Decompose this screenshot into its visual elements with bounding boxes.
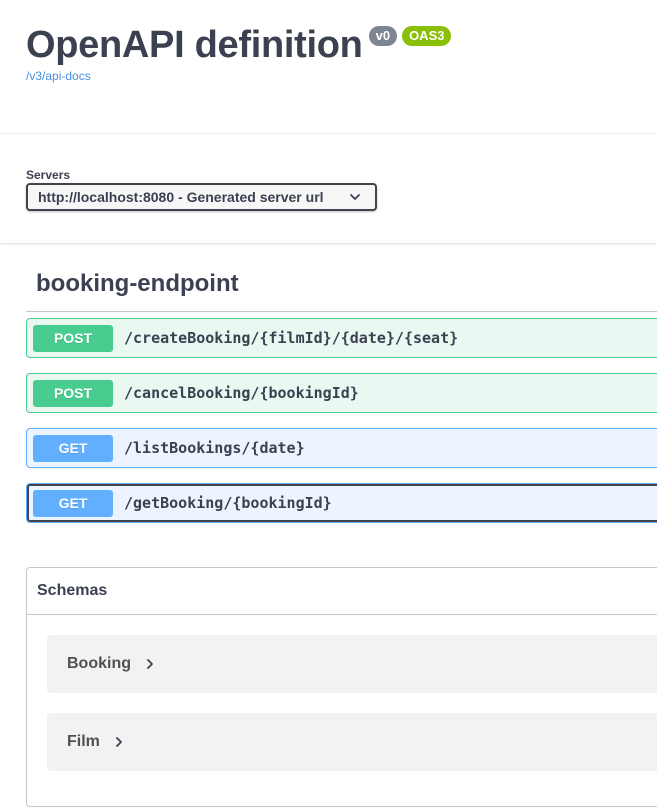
schema-booking[interactable]: Booking <box>47 635 657 693</box>
operation-create-booking[interactable]: POST /createBooking/{filmId}/{date}/{sea… <box>26 318 657 358</box>
chevron-right-icon <box>147 659 153 669</box>
schema-film[interactable]: Film <box>47 713 657 771</box>
divider <box>27 614 657 615</box>
servers-select-value: http://localhost:8080 - Generated server… <box>38 189 324 205</box>
schema-name: Booking <box>67 655 131 672</box>
version-badge: v0 <box>368 26 398 46</box>
servers-label: Servers <box>26 168 71 182</box>
info-section: OpenAPI definition v0 OAS3 /v3/api-docs <box>0 0 657 133</box>
method-badge: GET <box>33 434 113 462</box>
schemas-title[interactable]: Schemas <box>37 582 107 600</box>
method-badge: POST <box>33 379 113 407</box>
chevron-down-icon <box>350 194 360 200</box>
tag-title: booking-endpoint <box>36 270 239 297</box>
schema-name: Film <box>67 733 100 750</box>
operation-cancel-booking[interactable]: POST /cancelBooking/{bookingId} <box>26 373 657 413</box>
servers-section: Servers http://localhost:8080 - Generate… <box>0 133 657 243</box>
operation-path: /cancelBooking/{bookingId} <box>124 384 359 402</box>
method-badge: GET <box>33 489 113 517</box>
operation-get-booking[interactable]: GET /getBooking/{bookingId} <box>26 483 657 523</box>
title-row: OpenAPI definition v0 OAS3 <box>26 22 452 68</box>
api-docs-link[interactable]: /v3/api-docs <box>26 69 91 83</box>
servers-select[interactable]: http://localhost:8080 - Generated server… <box>26 183 377 211</box>
page-title: OpenAPI definition <box>26 24 363 66</box>
chevron-right-icon <box>115 737 122 747</box>
oas-badge: OAS3 <box>402 26 452 46</box>
schemas-section: Schemas Booking Film <box>26 567 657 807</box>
tag-header[interactable]: booking-endpoint <box>26 262 657 312</box>
operation-path: /getBooking/{bookingId} <box>124 494 332 512</box>
operation-list-bookings[interactable]: GET /listBookings/{date} <box>26 428 657 468</box>
method-badge: POST <box>33 324 113 352</box>
operation-path: /listBookings/{date} <box>124 439 305 457</box>
operation-path: /createBooking/{filmId}/{date}/{seat} <box>124 329 459 347</box>
